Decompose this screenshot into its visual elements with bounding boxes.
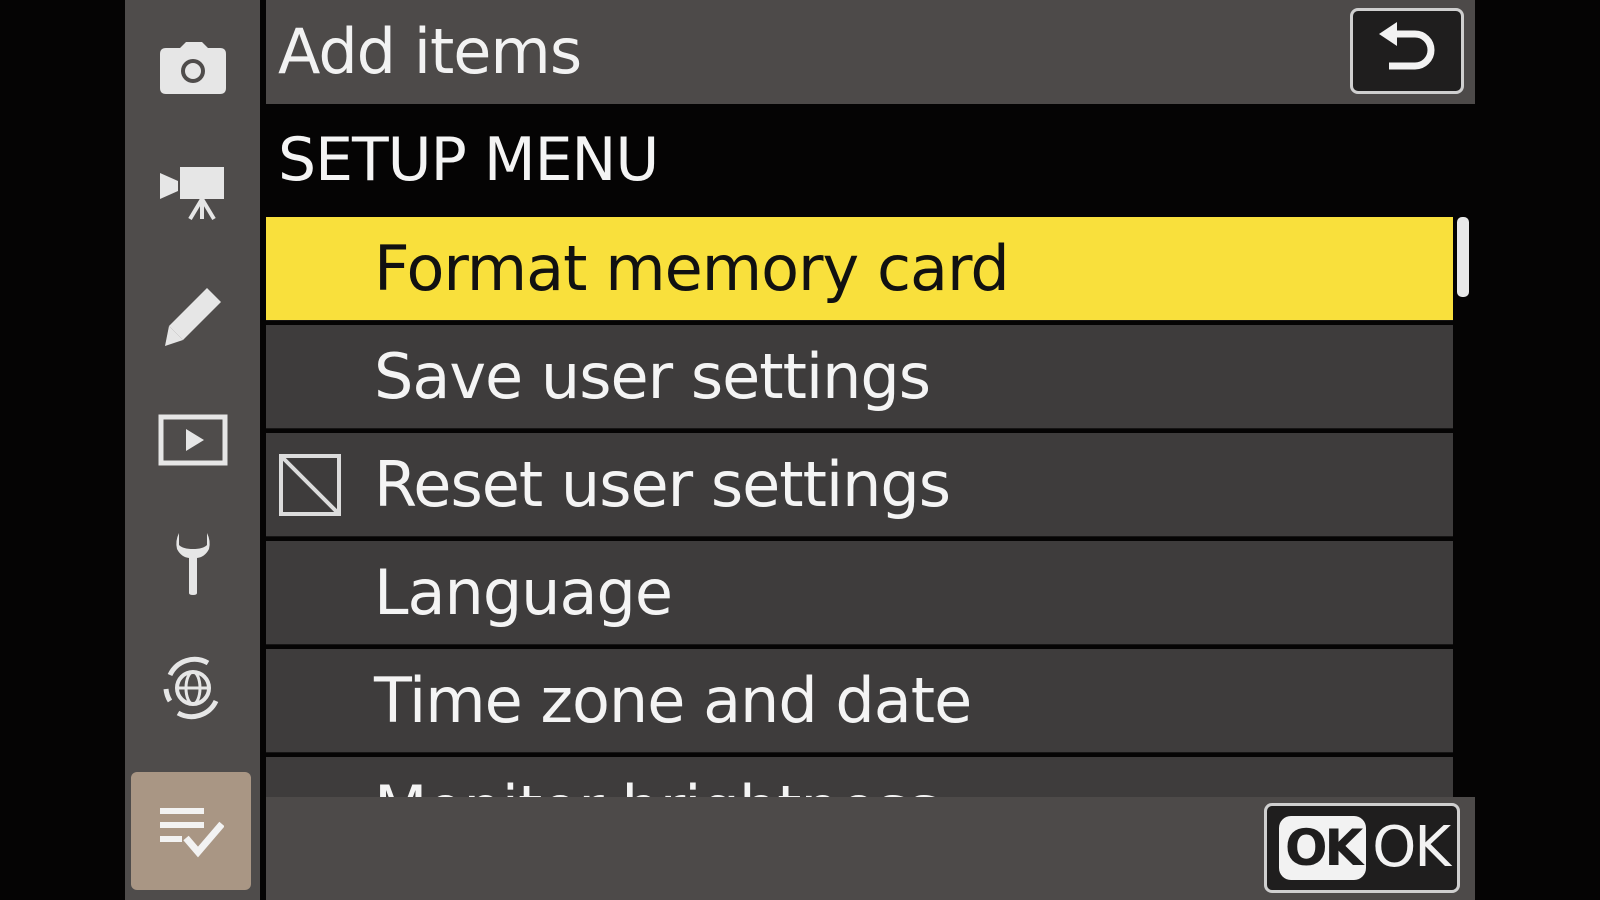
movie-camera-icon: [159, 167, 224, 221]
menu-item-label: Save user settings: [374, 340, 931, 413]
network-globe-icon: [163, 656, 218, 720]
section-title: SETUP MENU: [278, 125, 659, 195]
ok-button[interactable]: OK OK: [1264, 803, 1460, 893]
menu-item-save-user-settings[interactable]: Save user settings: [266, 325, 1453, 429]
ok-label: OK: [1372, 815, 1451, 880]
menu-list: Format memory card Save user settings Re…: [266, 217, 1453, 797]
sidebar-item-network[interactable]: [125, 626, 260, 750]
sidebar: [125, 0, 260, 900]
playback-icon: [158, 414, 227, 466]
footer-bar: OK OK: [266, 797, 1475, 900]
return-arrow-icon: [1379, 22, 1435, 70]
sidebar-item-playback[interactable]: [125, 378, 260, 502]
sidebar-item-photo-shooting[interactable]: [125, 6, 260, 130]
menu-item-label: Reset user settings: [374, 448, 951, 521]
scrollbar-thumb[interactable]: [1457, 217, 1469, 297]
camera-menu-screen: Add items SETUP MENU Format memory card …: [0, 0, 1600, 900]
menu-item-label: Language: [374, 556, 673, 629]
camera-icon: [159, 42, 226, 94]
pencil-icon: [164, 288, 221, 346]
menu-item-label: Format memory card: [374, 232, 1010, 305]
menu-item-reset-user-settings[interactable]: Reset user settings: [266, 433, 1453, 537]
menu-item-format-memory-card[interactable]: Format memory card: [266, 217, 1453, 321]
menu-item-label: Monitor brightness: [374, 757, 939, 797]
sidebar-item-movie-shooting[interactable]: [125, 130, 260, 254]
menu-item-monitor-brightness[interactable]: Monitor brightness: [266, 757, 1453, 797]
menu-item-language[interactable]: Language: [266, 541, 1453, 645]
wrench-icon: [175, 533, 210, 595]
menu-item-label: Time zone and date: [374, 664, 972, 737]
page-title: Add items: [278, 15, 582, 88]
ok-key-icon: OK: [1279, 816, 1367, 880]
sidebar-item-setup[interactable]: [125, 502, 260, 626]
my-menu-icon: [160, 808, 224, 858]
menu-item-time-zone-and-date[interactable]: Time zone and date: [266, 649, 1453, 753]
header-bar: Add items: [266, 0, 1475, 104]
sidebar-item-my-menu[interactable]: [131, 772, 251, 890]
back-button[interactable]: [1350, 8, 1464, 94]
unavailable-checkbox-icon: [279, 454, 341, 516]
sidebar-item-custom-settings[interactable]: [125, 254, 260, 378]
